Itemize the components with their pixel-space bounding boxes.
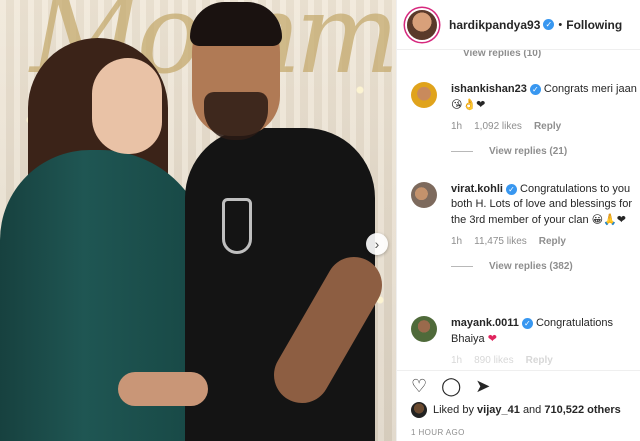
verified-badge-icon: ✓ <box>521 318 533 329</box>
comment-meta: 1h 1,092 likes Reply <box>451 121 639 132</box>
post-timestamp[interactable]: 1 HOUR AGO <box>411 428 465 437</box>
following-button[interactable]: Following <box>566 18 622 32</box>
comment-item: virat.kohli ✓ Congratulations to you both… <box>411 182 639 272</box>
share-icon[interactable]: ➤ <box>475 376 490 396</box>
next-photo-button[interactable]: › <box>366 233 388 255</box>
others-link[interactable]: 710,522 others <box>544 404 620 416</box>
comment-meta: 1h 890 likes Reply <box>451 355 639 366</box>
comment-username[interactable]: ishankishan23 <box>451 83 527 95</box>
reply-button[interactable]: Reply <box>534 121 561 132</box>
comment-item: mayank.0011 ✓ Congratulations Bhaiya ❤ 1h… <box>411 316 639 366</box>
comment-emojis: 😘👌❤ <box>451 98 486 111</box>
post-photo[interactable]: Momm <box>0 0 396 441</box>
comment-item: ishankishan23 ✓ Congrats meri jaan 😘👌❤ 1h… <box>411 82 639 157</box>
comment-icon[interactable]: ◯ <box>441 376 461 396</box>
comment-username[interactable]: virat.kohli <box>451 183 503 195</box>
heart-icon[interactable]: ♡ <box>411 376 427 396</box>
likes-prefix: Liked by <box>433 404 474 416</box>
comment-text: Congrats meri jaan <box>543 83 637 95</box>
avatar[interactable] <box>407 9 437 40</box>
avatar[interactable] <box>411 316 437 342</box>
reply-button[interactable]: Reply <box>539 236 566 247</box>
hands <box>118 372 208 406</box>
post-header: hardikpandya93 ✓ • Following <box>397 0 640 50</box>
comment-time[interactable]: 1h <box>451 236 462 247</box>
comment-time[interactable]: 1h <box>451 121 462 132</box>
verified-badge-icon: ✓ <box>505 184 517 195</box>
view-replies-link[interactable]: View replies (382) <box>451 261 639 272</box>
view-replies-label: View replies (21) <box>489 146 568 157</box>
comment-text-block: virat.kohli ✓ Congratulations to you both… <box>451 182 639 228</box>
comment-likes[interactable]: 890 likes <box>474 355 513 366</box>
replies-divider <box>451 266 473 267</box>
comments-list: View replies (10) ishankishan23 ✓ Congrat… <box>397 40 640 370</box>
comment-text-block: ishankishan23 ✓ Congrats meri jaan 😘👌❤ <box>451 82 639 113</box>
comment-likes[interactable]: 11,475 likes <box>474 236 527 247</box>
likes-summary: Liked by vijay_41 and 710,522 others <box>411 402 621 418</box>
likes-conj: and <box>522 404 542 416</box>
comment-meta: 1h 11,475 likes Reply <box>451 236 639 247</box>
verified-badge-icon: ✓ <box>543 19 555 30</box>
separator-dot: • <box>558 18 563 31</box>
woman-face <box>92 58 162 154</box>
comment-emojis: 😀🙏❤ <box>591 213 627 226</box>
heart-emoji: ❤ <box>487 332 497 345</box>
comment-likes[interactable]: 1,092 likes <box>474 121 522 132</box>
verified-badge-icon: ✓ <box>529 84 541 95</box>
man-hair <box>190 2 282 46</box>
avatar[interactable] <box>411 82 437 108</box>
view-replies-label: View replies (382) <box>489 261 573 272</box>
avatar[interactable] <box>411 182 437 208</box>
liker-username[interactable]: vijay_41 <box>477 404 520 416</box>
view-replies-link[interactable]: View replies (21) <box>451 146 639 157</box>
action-bar: ♡ ◯ ➤ <box>397 370 640 400</box>
post-username[interactable]: hardikpandya93 <box>449 18 540 32</box>
comment-username[interactable]: mayank.0011 <box>451 317 519 329</box>
comment-text-block: mayank.0011 ✓ Congratulations Bhaiya ❤ <box>451 316 639 347</box>
avatar[interactable] <box>411 402 427 418</box>
replies-divider <box>451 151 473 152</box>
reply-button[interactable]: Reply <box>526 355 553 366</box>
post-panel: View replies (10) ishankishan23 ✓ Congrat… <box>396 0 640 441</box>
comment-time[interactable]: 1h <box>451 355 462 366</box>
necklace-pendant <box>222 198 252 254</box>
